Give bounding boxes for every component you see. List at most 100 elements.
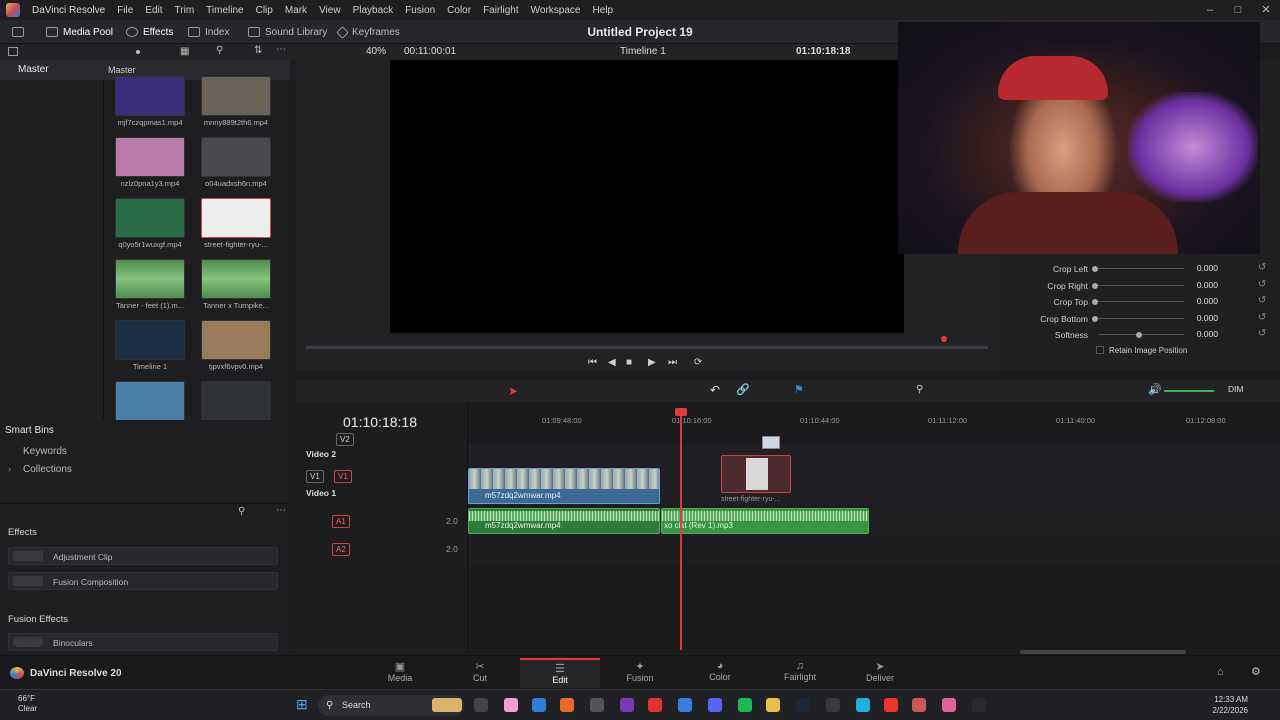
landscape-widget[interactable] bbox=[432, 698, 462, 712]
menu-clip[interactable]: Clip bbox=[250, 5, 279, 16]
reset-icon[interactable]: ↺ bbox=[1258, 295, 1266, 306]
timeline-selector[interactable]: Timeline 1 bbox=[620, 46, 666, 57]
timeline-audio-clip-1[interactable]: m57zdq2wmwar.mp4 bbox=[468, 508, 660, 534]
davinci-taskbar-icon[interactable] bbox=[972, 698, 986, 712]
smart-bin-collections[interactable]: Collections bbox=[23, 464, 72, 475]
page-tab-cut[interactable]: ✂ Cut bbox=[440, 658, 520, 688]
settings-gear-icon[interactable]: ⚙ bbox=[1251, 665, 1261, 678]
media-clip[interactable]: o04uadxsh6n.mp4 bbox=[196, 137, 276, 188]
link-icon[interactable]: 🔗 bbox=[736, 383, 750, 396]
effect-adjustment-clip[interactable]: Adjustment Clip bbox=[8, 547, 278, 565]
snapping-icon[interactable]: ↶ bbox=[710, 383, 720, 397]
inspector-value[interactable]: 0.000 bbox=[1188, 329, 1218, 339]
volume-icon[interactable]: 🔊 bbox=[1148, 383, 1162, 396]
menu-fusion[interactable]: Fusion bbox=[399, 5, 441, 16]
home-icon[interactable]: ⌂ bbox=[1217, 666, 1224, 678]
more-options-icon[interactable]: ⋯ bbox=[276, 44, 286, 55]
inspector-slider-track[interactable] bbox=[1098, 301, 1184, 303]
menu-file[interactable]: File bbox=[111, 5, 139, 16]
select-tool-icon[interactable]: ➤ bbox=[508, 384, 518, 398]
menu-workspace[interactable]: Workspace bbox=[525, 5, 587, 16]
effect-binoculars[interactable]: Binoculars bbox=[8, 633, 278, 651]
viewer-zoom[interactable]: 40% bbox=[366, 46, 386, 57]
timeline-playhead[interactable] bbox=[680, 410, 682, 650]
system-clock[interactable]: 12:33 AM 2/22/2026 bbox=[1212, 694, 1248, 716]
minimize-icon[interactable]: – bbox=[1196, 0, 1224, 20]
media-clip[interactable]: mnny889t2th6.mp4 bbox=[196, 76, 276, 127]
menu-color[interactable]: Color bbox=[441, 5, 477, 16]
maximize-icon[interactable]: □ bbox=[1224, 0, 1252, 20]
timeline-viewer[interactable] bbox=[390, 60, 904, 333]
inspector-slider-handle[interactable] bbox=[1092, 266, 1098, 272]
stop-icon[interactable]: ■ bbox=[626, 357, 632, 368]
audio-track-2[interactable] bbox=[468, 537, 1280, 565]
app-icon[interactable] bbox=[942, 698, 956, 712]
inspector-slider-handle[interactable] bbox=[1092, 299, 1098, 306]
app-icon[interactable] bbox=[826, 698, 840, 712]
track-v1[interactable]: V1 V1 bbox=[296, 470, 468, 483]
inspector-slider-handle[interactable] bbox=[1092, 282, 1098, 289]
grid-view-icon[interactable]: ▦ bbox=[180, 46, 189, 57]
search-icon[interactable]: ⚲ bbox=[216, 45, 223, 56]
menu-help[interactable]: Help bbox=[586, 5, 619, 16]
page-tab-media[interactable]: ▣ Media bbox=[360, 658, 440, 688]
page-tab-edit[interactable]: ☰ Edit bbox=[520, 658, 600, 688]
app-icon[interactable] bbox=[648, 698, 662, 712]
reverse-play-icon[interactable]: ◀ bbox=[608, 357, 616, 368]
steam-icon[interactable] bbox=[796, 698, 810, 712]
sort-icon[interactable]: ⇅ bbox=[254, 45, 262, 56]
menu-trim[interactable]: Trim bbox=[169, 5, 201, 16]
media-clip[interactable]: Tanner x Turnpike... bbox=[196, 259, 276, 310]
windows-start-icon[interactable]: ⊞ bbox=[296, 696, 308, 713]
app-icon[interactable] bbox=[856, 698, 870, 712]
page-tab-fairlight[interactable]: ♫ Fairlight bbox=[760, 658, 840, 688]
inspector-slider-track[interactable] bbox=[1098, 268, 1184, 269]
page-tab-fusion[interactable]: ✦ Fusion bbox=[600, 658, 680, 688]
menu-edit[interactable]: Edit bbox=[139, 5, 168, 16]
reset-icon[interactable]: ↺ bbox=[1258, 328, 1266, 339]
media-clip[interactable]: street-fighter-ryu-... bbox=[196, 198, 276, 249]
loop-icon[interactable]: ⟳ bbox=[694, 357, 702, 368]
scrubber-playhead[interactable] bbox=[941, 336, 947, 342]
page-tab-deliver[interactable]: ➤ Deliver bbox=[840, 658, 920, 688]
close-icon[interactable]: ✕ bbox=[1252, 0, 1280, 20]
retain-position-checkbox[interactable] bbox=[1096, 346, 1104, 354]
menu-view[interactable]: View bbox=[313, 5, 347, 16]
file-explorer-icon[interactable] bbox=[766, 698, 780, 712]
dragged-clip-ghost[interactable] bbox=[721, 455, 791, 493]
chrome-icon[interactable] bbox=[590, 698, 604, 712]
timeline-video-clip[interactable]: m57zdq2wmwar.mp4 bbox=[468, 468, 660, 504]
track-a2[interactable]: A2 2.0 bbox=[296, 543, 468, 556]
effects-more-icon[interactable]: ⋯ bbox=[276, 505, 286, 516]
weather-widget[interactable]: 66°F Clear bbox=[18, 694, 37, 714]
music-icon[interactable] bbox=[678, 698, 692, 712]
inspector-value[interactable]: 0.000 bbox=[1188, 313, 1218, 323]
flag-icon[interactable]: ⚑ bbox=[794, 383, 804, 396]
page-tab-color[interactable]: ◕ Color bbox=[680, 658, 760, 688]
edge-icon[interactable] bbox=[532, 698, 546, 712]
timeline-scrollbar[interactable] bbox=[1020, 650, 1186, 654]
menu-timeline[interactable]: Timeline bbox=[200, 5, 249, 16]
copilot-icon[interactable] bbox=[504, 698, 518, 712]
menu-mark[interactable]: Mark bbox=[279, 5, 313, 16]
media-clip[interactable]: nzlz0pna1y3.mp4 bbox=[110, 137, 190, 188]
timeline-audio-clip-2[interactable]: xo cist (Rev 1).mp3 bbox=[661, 508, 869, 534]
discord-icon[interactable] bbox=[708, 698, 722, 712]
media-clip[interactable]: q0yo5r1wuxgf.mp4 bbox=[110, 198, 190, 249]
inspector-slider-handle[interactable] bbox=[1092, 315, 1098, 322]
skip-end-icon[interactable]: ⏭ bbox=[668, 357, 677, 368]
spotify-icon[interactable] bbox=[738, 698, 752, 712]
app-icon[interactable] bbox=[620, 698, 634, 712]
panel-toggle-icon[interactable] bbox=[8, 47, 18, 56]
smart-bin-keywords[interactable]: Keywords bbox=[23, 446, 67, 457]
timeline-ruler[interactable]: 01:09:48:00 01:10:16:00 01:10:44:00 01:11:1… bbox=[468, 410, 1280, 430]
inspector-slider-track[interactable] bbox=[1098, 284, 1184, 286]
menu-playback[interactable]: Playback bbox=[347, 5, 400, 16]
effects-search-icon[interactable]: ⚲ bbox=[238, 506, 245, 517]
dim-button[interactable]: DIM bbox=[1228, 384, 1244, 394]
firefox-icon[interactable] bbox=[560, 698, 574, 712]
master-bin[interactable]: Master bbox=[0, 60, 104, 80]
reset-icon[interactable]: ↺ bbox=[1258, 279, 1266, 290]
play-icon[interactable]: ▶ bbox=[648, 357, 656, 368]
viewer-scrubber[interactable] bbox=[306, 346, 988, 349]
